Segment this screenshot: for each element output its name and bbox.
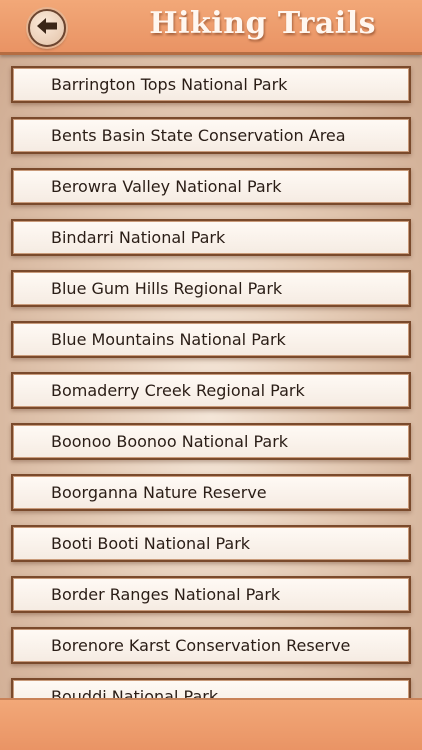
list-item-label: Boonoo Boonoo National Park: [51, 432, 289, 451]
list-item[interactable]: Blue Gum Hills Regional Park: [11, 270, 411, 307]
list-item-label: Blue Gum Hills Regional Park: [51, 279, 283, 298]
list-item[interactable]: Boonoo Boonoo National Park: [11, 423, 411, 460]
back-arrow-icon: [36, 17, 58, 39]
list-item[interactable]: Borenore Karst Conservation Reserve: [11, 627, 411, 664]
list-item[interactable]: Barrington Tops National Park: [11, 66, 411, 103]
trail-list[interactable]: Barrington Tops National Park Bents Basi…: [0, 55, 422, 698]
list-item[interactable]: Bindarri National Park: [11, 219, 411, 256]
header-bar: Hiking Trails: [0, 0, 422, 55]
list-item-label: Boorganna Nature Reserve: [51, 483, 267, 502]
list-item-label: Bomaderry Creek Regional Park: [51, 381, 305, 400]
list-item-label: Bents Basin State Conservation Area: [51, 126, 346, 145]
list-item-label: Border Ranges National Park: [51, 585, 281, 604]
page-title: Hiking Trails: [149, 6, 376, 41]
list-item[interactable]: Booti Booti National Park: [11, 525, 411, 562]
list-item[interactable]: Border Ranges National Park: [11, 576, 411, 613]
list-item-label: Borenore Karst Conservation Reserve: [51, 636, 351, 655]
back-button[interactable]: [28, 9, 66, 47]
list-item-label: Bindarri National Park: [51, 228, 226, 247]
list-item[interactable]: Blue Mountains National Park: [11, 321, 411, 358]
list-item[interactable]: Boorganna Nature Reserve: [11, 474, 411, 511]
list-item[interactable]: Berowra Valley National Park: [11, 168, 411, 205]
list-item[interactable]: Bents Basin State Conservation Area: [11, 117, 411, 154]
list-item-label: Berowra Valley National Park: [51, 177, 282, 196]
list-item[interactable]: Bouddi National Park: [11, 678, 411, 698]
list-item[interactable]: Bomaderry Creek Regional Park: [11, 372, 411, 409]
footer-bar: [0, 698, 422, 750]
list-item-label: Barrington Tops National Park: [51, 75, 288, 94]
list-item-label: Bouddi National Park: [51, 687, 219, 698]
list-item-label: Blue Mountains National Park: [51, 330, 286, 349]
list-item-label: Booti Booti National Park: [51, 534, 251, 553]
